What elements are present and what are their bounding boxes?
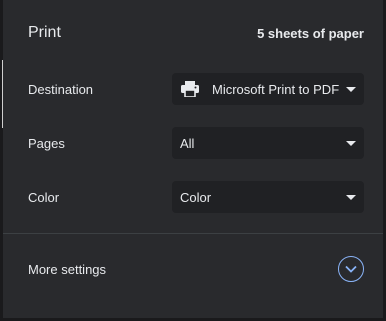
frame-edge-left xyxy=(0,0,3,321)
dialog-title: Print xyxy=(28,24,61,41)
printer-icon xyxy=(180,81,200,98)
color-select[interactable]: Color xyxy=(172,181,364,213)
chevron-down-icon xyxy=(346,86,356,92)
more-settings-label[interactable]: More settings xyxy=(28,262,106,277)
section-divider xyxy=(3,233,383,234)
destination-value: Microsoft Print to PDF xyxy=(212,81,340,97)
destination-select[interactable]: Microsoft Print to PDF xyxy=(172,73,364,105)
chevron-down-icon xyxy=(346,194,356,200)
print-dialog: Print 5 sheets of paper Destination Micr… xyxy=(0,0,386,321)
pages-value: All xyxy=(180,135,195,151)
more-settings-expand-button[interactable] xyxy=(338,256,364,282)
pages-select[interactable]: All xyxy=(172,127,364,159)
pages-label: Pages xyxy=(28,136,65,151)
destination-label: Destination xyxy=(28,82,94,97)
sheet-count: 5 sheets of paper xyxy=(257,26,364,41)
color-label: Color xyxy=(28,190,60,205)
chevron-down-icon xyxy=(346,140,356,146)
chevron-down-icon xyxy=(345,265,357,273)
frame-edge-highlight xyxy=(2,60,3,128)
color-value: Color xyxy=(180,189,212,205)
